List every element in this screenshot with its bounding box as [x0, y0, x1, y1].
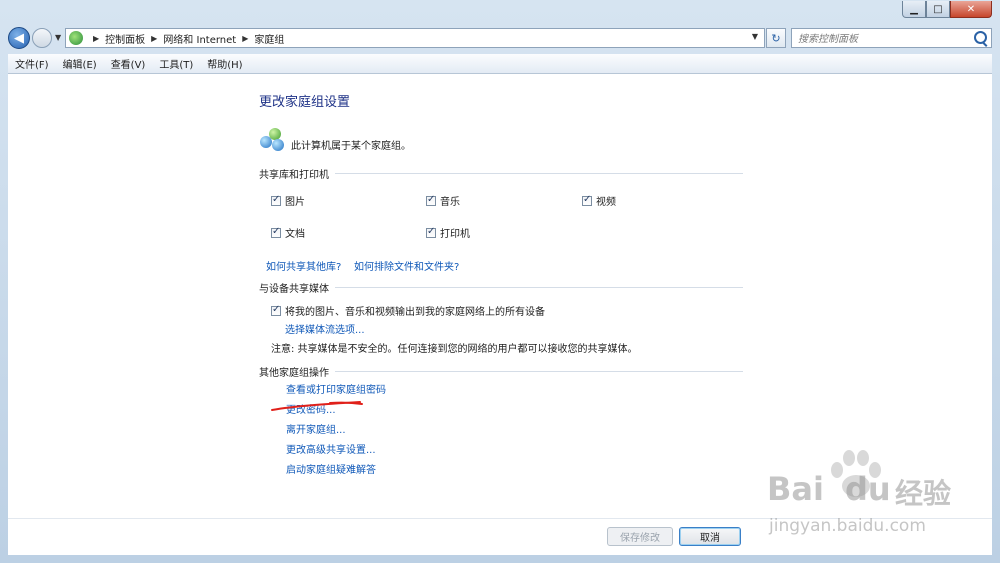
section-other-actions: 其他家庭组操作	[259, 364, 743, 379]
section-divider	[335, 287, 743, 288]
checkbox-music[interactable]: 音乐	[426, 193, 460, 208]
red-annotation-underline	[271, 401, 363, 411]
checkbox-videos[interactable]: 视频	[582, 193, 616, 208]
checkbox-documents[interactable]: 文档	[271, 225, 305, 240]
minimize-button[interactable]: ▁	[902, 1, 926, 18]
watermark-url: jingyan.baidu.com	[769, 516, 926, 536]
menu-edit[interactable]: 编辑(E)	[56, 56, 104, 71]
back-arrow-icon: ◀	[14, 30, 24, 46]
section-libraries-title: 共享库和打印机	[259, 170, 329, 181]
cancel-button[interactable]: 取消	[679, 527, 741, 546]
breadcrumb-item-network[interactable]: 网络和 Internet	[163, 31, 236, 46]
section-libraries-printers: 共享库和打印机	[259, 166, 743, 181]
link-view-print-password[interactable]: 查看或打印家庭组密码	[286, 381, 386, 396]
section-divider	[335, 173, 743, 174]
section-divider	[335, 371, 743, 372]
checkbox-checked-icon[interactable]	[271, 226, 281, 238]
checkbox-checked-icon[interactable]	[582, 194, 592, 206]
checkbox-videos-label: 视频	[596, 197, 616, 208]
refresh-icon: ↻	[771, 31, 781, 45]
menu-help[interactable]: 帮助(H)	[200, 56, 249, 71]
checkbox-printers-label: 打印机	[440, 229, 470, 240]
watermark-brand-suffix: du	[845, 470, 891, 508]
breadcrumb-arrow-icon[interactable]: ▶	[242, 34, 248, 43]
link-share-other-libraries[interactable]: 如何共享其他库?	[266, 258, 341, 273]
breadcrumb-item-homegroup[interactable]: 家庭组	[254, 31, 284, 46]
section-media-sharing: 与设备共享媒体	[259, 280, 743, 295]
media-security-note: 注意: 共享媒体是不安全的。任何连接到您的网络的用户都可以接收您的共享媒体。	[271, 344, 638, 355]
network-icon	[69, 31, 83, 45]
navigation-bar: ◀ ▼ ▶ 控制面板 ▶ 网络和 Internet ▶ 家庭组 ▼ ↻	[0, 25, 1000, 52]
back-button[interactable]: ◀	[8, 27, 30, 49]
checkbox-checked-icon[interactable]	[271, 304, 281, 316]
homegroup-icon	[258, 126, 286, 154]
checkbox-stream-media[interactable]: 将我的图片、音乐和视频输出到我的家庭网络上的所有设备	[271, 303, 545, 318]
page-title: 更改家庭组设置	[259, 95, 351, 110]
section-other-title: 其他家庭组操作	[259, 368, 329, 379]
address-bar[interactable]: ▶ 控制面板 ▶ 网络和 Internet ▶ 家庭组 ▼	[65, 28, 765, 48]
link-media-streaming-options[interactable]: 选择媒体流选项...	[285, 321, 365, 336]
breadcrumb-arrow-icon[interactable]: ▶	[151, 34, 157, 43]
maximize-button[interactable]: □	[926, 1, 950, 18]
checkbox-checked-icon[interactable]	[271, 194, 281, 206]
breadcrumb: ▶ 控制面板 ▶ 网络和 Internet ▶ 家庭组	[87, 31, 284, 46]
save-changes-button[interactable]: 保存修改	[607, 527, 673, 546]
checkbox-stream-media-label: 将我的图片、音乐和视频输出到我的家庭网络上的所有设备	[285, 307, 545, 318]
checkbox-pictures-label: 图片	[285, 197, 305, 208]
search-input[interactable]	[796, 30, 970, 48]
checkbox-checked-icon[interactable]	[426, 194, 436, 206]
link-exclude-files[interactable]: 如何排除文件和文件夹?	[354, 258, 459, 273]
watermark-brand: Bai	[767, 470, 824, 508]
watermark-jingyan: 经验	[895, 477, 952, 510]
caption-buttons: ▁ □ ✕	[902, 1, 992, 18]
link-advanced-sharing[interactable]: 更改高级共享设置...	[286, 441, 376, 456]
link-leave-homegroup[interactable]: 离开家庭组...	[286, 421, 346, 436]
checkbox-pictures[interactable]: 图片	[271, 193, 305, 208]
refresh-button[interactable]: ↻	[766, 28, 786, 48]
search-box[interactable]	[791, 28, 992, 48]
homegroup-status: 此计算机属于某个家庭组。	[291, 141, 411, 152]
breadcrumb-item-control-panel[interactable]: 控制面板	[105, 31, 145, 46]
menu-bar: 文件(F) 编辑(E) 查看(V) 工具(T) 帮助(H)	[8, 54, 992, 74]
breadcrumb-root-arrow-icon[interactable]: ▶	[93, 34, 99, 43]
recent-pages-dropdown[interactable]: ▼	[55, 33, 61, 42]
search-icon[interactable]	[974, 31, 987, 44]
baidu-watermark: Bai du 经验 jingyan.baidu.com	[755, 450, 995, 550]
checkbox-printers[interactable]: 打印机	[426, 225, 470, 240]
link-homegroup-troubleshooter[interactable]: 启动家庭组疑难解答	[286, 461, 376, 476]
checkbox-music-label: 音乐	[440, 197, 460, 208]
address-dropdown-icon[interactable]: ▼	[752, 32, 758, 41]
window-frame: ▁ □ ✕ ◀ ▼ ▶ 控制面板 ▶ 网络和 Internet ▶ 家庭组 ▼ …	[0, 0, 1000, 563]
menu-file[interactable]: 文件(F)	[8, 56, 56, 71]
checkbox-checked-icon[interactable]	[426, 226, 436, 238]
section-media-title: 与设备共享媒体	[259, 284, 329, 295]
close-button[interactable]: ✕	[950, 1, 992, 18]
menu-view[interactable]: 查看(V)	[104, 56, 153, 71]
checkbox-documents-label: 文档	[285, 229, 305, 240]
forward-button[interactable]	[32, 28, 52, 48]
menu-tools[interactable]: 工具(T)	[152, 56, 200, 71]
